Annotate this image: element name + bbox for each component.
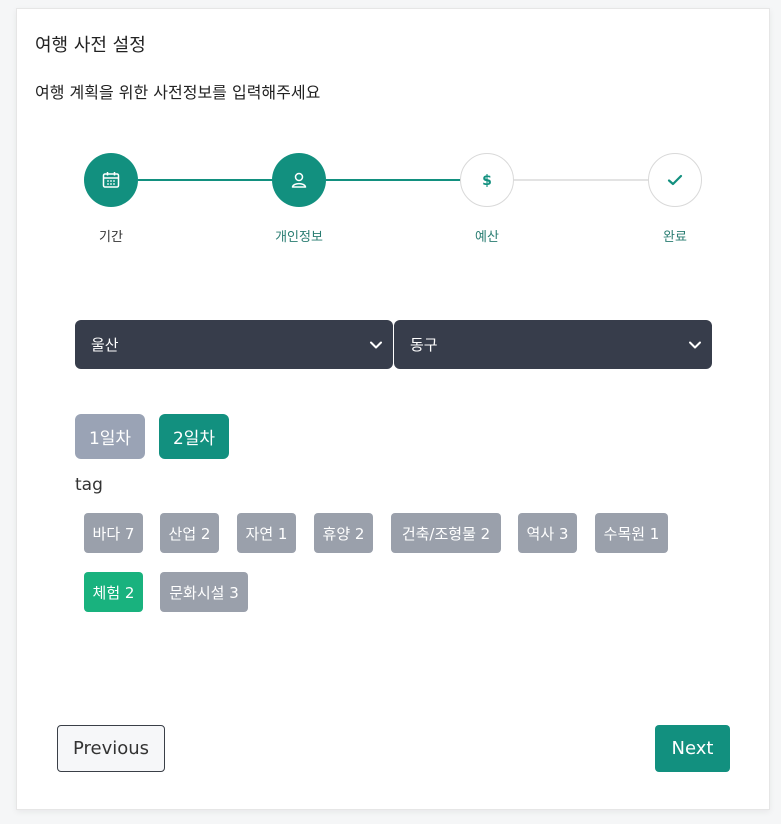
user-icon <box>289 170 309 190</box>
svg-text:$: $ <box>482 173 492 189</box>
tag-chip[interactable]: 자연 1 <box>237 513 296 553</box>
tag-chip[interactable]: 문화시설 3 <box>160 572 248 612</box>
step-label-personal-info: 개인정보 <box>275 230 323 245</box>
tag-chip[interactable]: 수목원 1 <box>595 513 668 553</box>
tag-chip[interactable]: 바다 7 <box>84 513 143 553</box>
trip-setup-card: 여행 사전 설정 여행 계획을 위한 사전정보를 입력해주세요 $ 기간 개인정… <box>16 8 770 810</box>
stepper-connector-1 <box>138 179 275 181</box>
chevron-down-icon <box>688 336 702 354</box>
dollar-icon: $ <box>480 171 494 189</box>
step-label-period: 기간 <box>99 230 123 245</box>
calendar-icon <box>101 170 121 190</box>
stepper-connector-2 <box>326 179 463 181</box>
step-personal-info[interactable] <box>272 153 326 207</box>
tag-chip[interactable]: 역사 3 <box>518 513 577 553</box>
step-complete[interactable] <box>648 153 702 207</box>
next-button[interactable]: Next <box>655 725 730 772</box>
tag-chip[interactable]: 휴양 2 <box>314 513 373 553</box>
tag-chip[interactable]: 산업 2 <box>160 513 219 553</box>
chevron-down-icon <box>369 336 383 354</box>
tag-heading: tag <box>75 475 103 495</box>
tag-chip[interactable]: 건축/조형물 2 <box>391 513 501 553</box>
district-select-value: 동구 <box>410 336 438 354</box>
previous-button[interactable]: Previous <box>57 725 165 772</box>
district-select[interactable]: 동구 <box>394 320 712 369</box>
step-label-complete: 완료 <box>663 230 687 245</box>
step-period[interactable] <box>84 153 138 207</box>
check-icon <box>666 171 684 189</box>
day-1-button[interactable]: 1일차 <box>75 414 145 459</box>
stepper-connector-3 <box>514 179 651 181</box>
tag-chip-active[interactable]: 체험 2 <box>84 572 143 612</box>
step-label-budget: 예산 <box>475 230 499 245</box>
region-select[interactable]: 울산 <box>75 320 393 369</box>
day-2-button[interactable]: 2일차 <box>159 414 229 459</box>
progress-stepper: $ 기간 개인정보 예산 완료 <box>17 9 771 269</box>
region-select-value: 울산 <box>91 336 119 354</box>
step-budget[interactable]: $ <box>460 153 514 207</box>
